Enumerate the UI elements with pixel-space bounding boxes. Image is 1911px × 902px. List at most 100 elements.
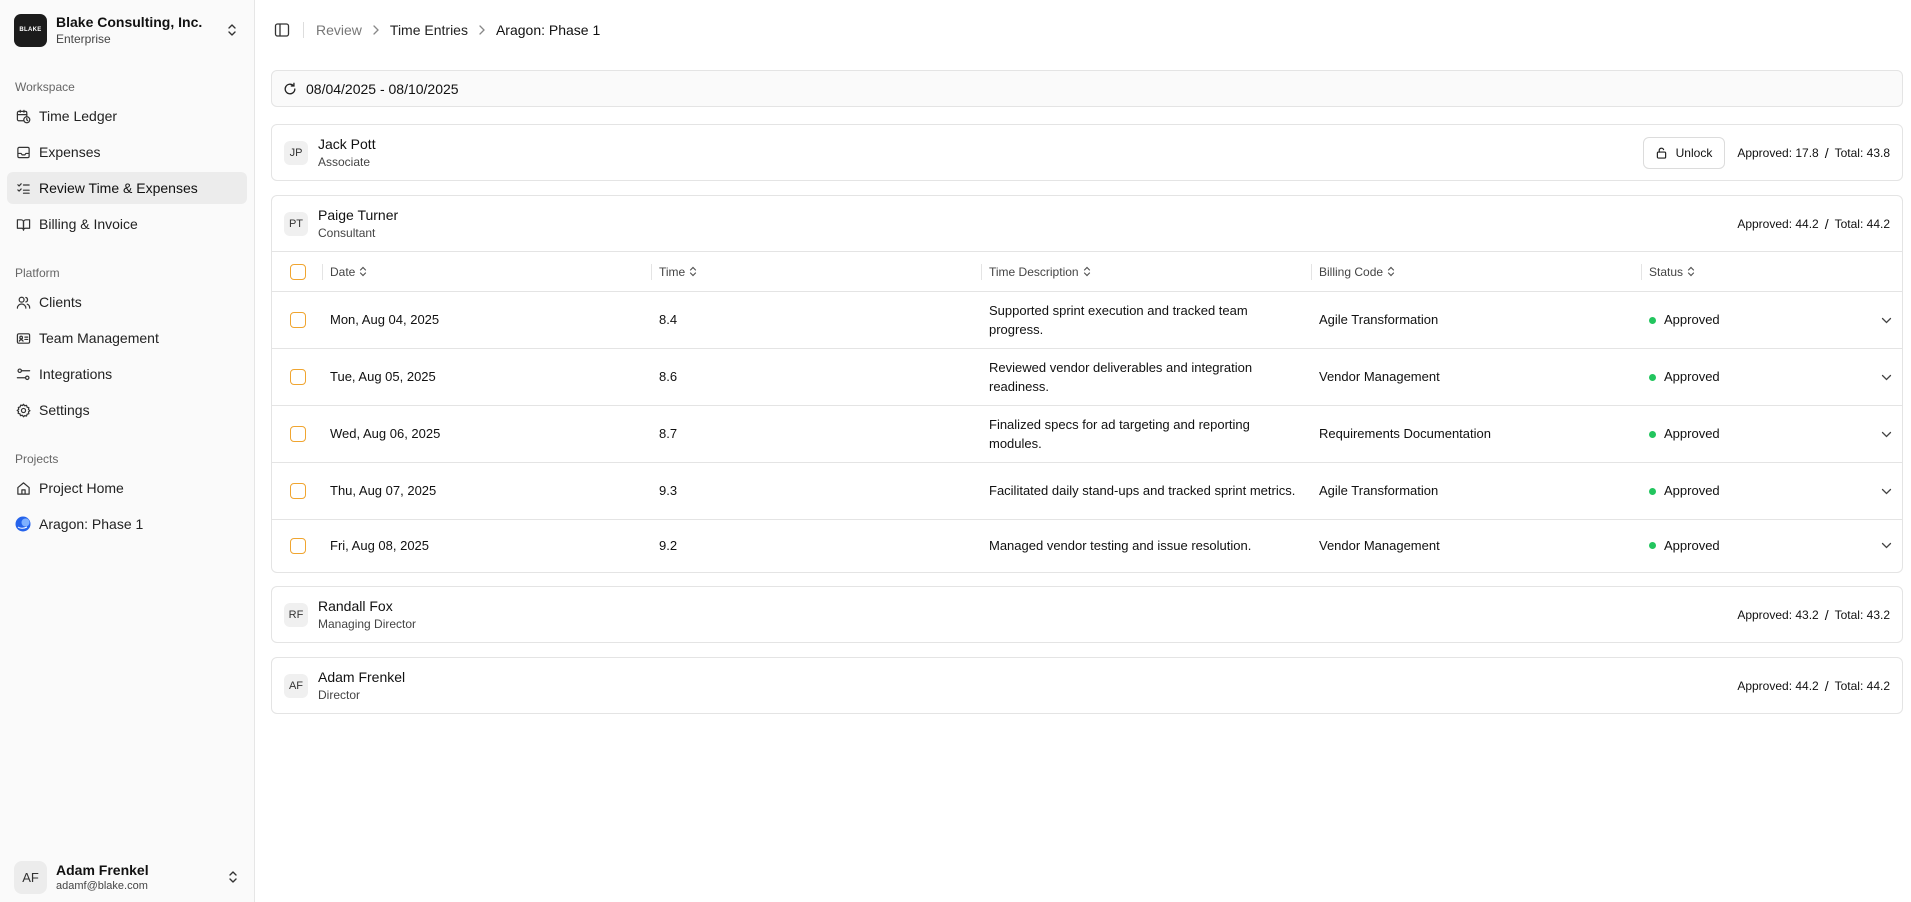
sort-icon[interactable] <box>1687 266 1695 277</box>
sidebar: BLAKE Blake Consulting, Inc. Enterprise … <box>0 0 255 902</box>
table-row[interactable]: Fri, Aug 08, 2025 9.2 Managed vendor tes… <box>272 519 1902 572</box>
total-hours: Total: 43.2 <box>1834 607 1890 622</box>
home-icon <box>15 480 31 496</box>
column-header-billing-code[interactable]: Billing Code <box>1311 252 1641 292</box>
breadcrumb-time-entries[interactable]: Time Entries <box>390 22 468 38</box>
sidebar-item-label: Review Time & Expenses <box>39 180 198 196</box>
sort-icon[interactable] <box>359 266 367 277</box>
sort-icon[interactable] <box>1083 266 1091 277</box>
hours-summary: Approved: 17.8 / Total: 43.8 <box>1737 144 1890 161</box>
chevrons-up-down-icon[interactable] <box>224 22 240 38</box>
chevron-down-icon[interactable] <box>1878 426 1894 442</box>
chevron-down-icon[interactable] <box>1878 483 1894 499</box>
chevron-down-icon[interactable] <box>1878 538 1894 554</box>
avatar: AF <box>284 673 308 698</box>
person-header[interactable]: AF Adam Frenkel Director Approved: 44.2 … <box>272 658 1902 713</box>
total-hours: Total: 44.2 <box>1834 216 1890 231</box>
unlock-button[interactable]: Unlock <box>1642 136 1726 169</box>
person-card-paige-turner: PT Paige Turner Consultant Approved: 44.… <box>271 195 1903 573</box>
section-title-projects: Projects <box>15 452 59 466</box>
chevron-right-icon <box>372 25 380 35</box>
person-name: Jack Pott <box>318 136 376 152</box>
org-logo: BLAKE <box>14 13 47 47</box>
person-role: Associate <box>318 155 371 169</box>
sidebar-item-integrations[interactable]: Integrations <box>7 358 247 390</box>
status-dot <box>1649 542 1656 550</box>
table-row[interactable]: Wed, Aug 06, 2025 8.7 Finalized specs fo… <box>272 405 1902 463</box>
sidebar-item-team-management[interactable]: Team Management <box>7 322 247 354</box>
person-name: Paige Turner <box>318 207 399 223</box>
status-badge: Approved <box>1649 310 1894 330</box>
approved-hours: Approved: 43.2 <box>1737 607 1819 622</box>
cell-time: 8.6 <box>651 348 981 406</box>
divider <box>303 22 304 38</box>
person-card-adam-frenkel: AF Adam Frenkel Director Approved: 44.2 … <box>271 657 1903 714</box>
row-checkbox[interactable] <box>290 369 306 385</box>
column-header-status[interactable]: Status <box>1641 252 1902 292</box>
column-header-date[interactable]: Date <box>322 252 651 292</box>
select-all-checkbox[interactable] <box>290 263 306 280</box>
user-name: Adam Frenkel <box>56 862 149 878</box>
user-menu[interactable]: AF Adam Frenkel adamf@blake.com <box>0 852 255 902</box>
chevron-down-icon[interactable] <box>1878 369 1894 385</box>
sidebar-item-review-time-expenses[interactable]: Review Time & Expenses <box>7 172 247 204</box>
cell-description: Managed vendor testing and issue resolut… <box>981 519 1311 572</box>
table-row[interactable]: Thu, Aug 07, 2025 9.3 Facilitated daily … <box>272 462 1902 520</box>
column-header-time-description[interactable]: Time Description <box>981 252 1311 292</box>
cell-time: 9.3 <box>651 462 981 520</box>
chevron-right-icon <box>478 25 486 35</box>
person-header[interactable]: RF Randall Fox Managing Director Approve… <box>272 587 1902 642</box>
sidebar-item-label: Team Management <box>39 330 159 346</box>
person-role: Managing Director <box>318 617 417 631</box>
sidebar-item-billing-invoice[interactable]: Billing & Invoice <box>7 208 247 240</box>
sort-icon[interactable] <box>1387 266 1395 277</box>
sidebar-item-aragon-phase-1[interactable]: Aragon: Phase 1 <box>7 508 247 540</box>
table-row[interactable]: Mon, Aug 04, 2025 8.4 Supported sprint e… <box>272 291 1902 349</box>
sort-icon[interactable] <box>689 266 697 277</box>
date-range-bar: 08/04/2025 - 08/10/2025 <box>271 70 1903 107</box>
hours-summary: Approved: 44.2 / Total: 44.2 <box>1737 677 1890 694</box>
sidebar-item-time-ledger[interactable]: Time Ledger <box>7 100 247 132</box>
sidebar-item-label: Expenses <box>39 144 101 160</box>
person-header[interactable]: PT Paige Turner Consultant Approved: 44.… <box>272 196 1902 251</box>
avatar: PT <box>284 211 308 236</box>
breadcrumb-current: Aragon: Phase 1 <box>495 22 601 38</box>
status-dot <box>1649 316 1656 324</box>
lock-open-icon <box>1656 147 1668 159</box>
avatar: JP <box>284 140 308 165</box>
cell-description: Finalized specs for ad targeting and rep… <box>981 405 1311 463</box>
chevron-down-icon[interactable] <box>1878 312 1894 328</box>
table-row[interactable]: Tue, Aug 05, 2025 8.6 Reviewed vendor de… <box>272 348 1902 406</box>
column-header-time[interactable]: Time <box>651 252 981 292</box>
sidebar-item-label: Aragon: Phase 1 <box>39 516 144 532</box>
chevrons-up-down-icon[interactable] <box>225 869 241 885</box>
cell-date: Thu, Aug 07, 2025 <box>322 462 651 520</box>
sidebar-item-project-home[interactable]: Project Home <box>7 472 247 504</box>
person-name: Adam Frenkel <box>318 669 406 685</box>
avatar: AF <box>14 860 47 894</box>
cell-billing-code: Agile Transformation <box>1311 291 1641 349</box>
cell-description: Supported sprint execution and tracked t… <box>981 291 1311 349</box>
list-check-icon <box>15 180 31 196</box>
breadcrumb-review[interactable]: Review <box>316 22 362 38</box>
select-all-cell <box>272 252 322 292</box>
status-dot <box>1649 373 1656 381</box>
sidebar-item-label: Clients <box>39 294 82 310</box>
total-hours: Total: 43.8 <box>1834 145 1890 160</box>
row-checkbox[interactable] <box>290 537 306 554</box>
org-switcher[interactable]: BLAKE Blake Consulting, Inc. Enterprise <box>0 0 254 60</box>
person-header[interactable]: JP Jack Pott Associate Unlock Approved: … <box>272 125 1902 180</box>
approved-hours: Approved: 17.8 <box>1737 145 1819 160</box>
cell-billing-code: Agile Transformation <box>1311 462 1641 520</box>
sidebar-item-expenses[interactable]: Expenses <box>7 136 247 168</box>
cell-date: Wed, Aug 06, 2025 <box>322 405 651 463</box>
refresh-icon[interactable] <box>282 81 298 97</box>
time-entries-table: Date Time Time Description Billing Code … <box>272 251 1902 572</box>
row-checkbox[interactable] <box>290 426 306 442</box>
sidebar-toggle-icon[interactable] <box>273 21 291 39</box>
date-range-text[interactable]: 08/04/2025 - 08/10/2025 <box>306 81 459 97</box>
sidebar-item-clients[interactable]: Clients <box>7 286 247 318</box>
row-checkbox[interactable] <box>290 483 306 499</box>
sidebar-item-settings[interactable]: Settings <box>7 394 247 426</box>
row-checkbox[interactable] <box>290 312 306 328</box>
